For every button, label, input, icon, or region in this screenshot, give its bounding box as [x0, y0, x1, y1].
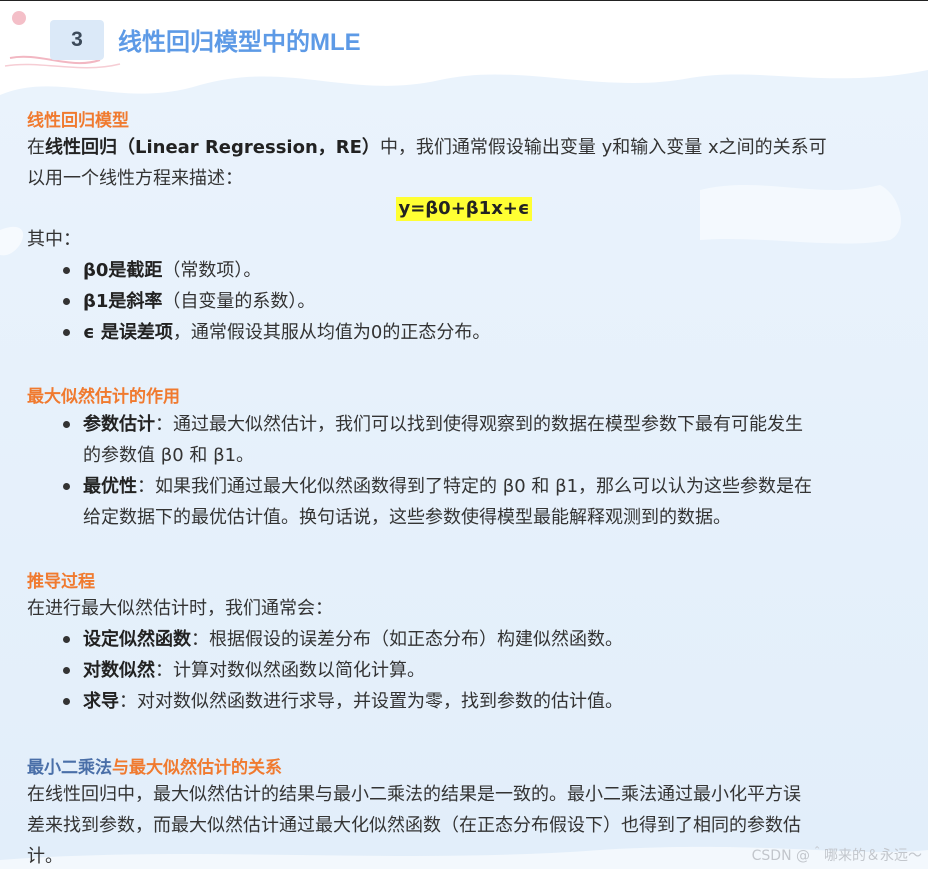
item-text: ：对对数似然函数进行求导，并设置为零，找到参数的估计值。 [119, 691, 623, 712]
item-text-cont: 的参数值 β0 和 β1。 [83, 445, 255, 466]
item-text-cont: 给定数据下的最优估计值。换句话说，这些参数使得模型最能解释观测到的数据。 [83, 507, 731, 528]
intro-rest: 中，我们通常假设输出变量 y和输入变量 x之间的关系可 [379, 137, 827, 158]
bullet-icon [63, 329, 70, 336]
title-part-ols: 最小二乘法 [27, 758, 112, 778]
section-header: 3 线性回归模型中的MLE [0, 0, 928, 80]
item-text: （常数项）。 [162, 260, 262, 281]
intro-line-1: 在线性回归（Linear Regression，RE）中，我们通常假设输出变量 … [27, 132, 907, 163]
item-bold: β1是斜率 [83, 291, 163, 312]
subsection-title-linear-regression: 线性回归模型 [27, 111, 129, 131]
item-text: ：如果我们通过最大化似然函数得到了特定的 β0 和 β1，那么可以认为这些参数是… [137, 476, 813, 497]
bullet-icon [63, 698, 70, 705]
intro-bold-term: 线性回归（Linear Regression，RE） [45, 137, 380, 158]
paragraph-line-2: 差来找到参数，而最大似然估计通过最大化似然函数（在正态分布假设下）也得到了相同的… [27, 815, 801, 836]
intro-pre: 在 [27, 137, 45, 158]
list-item: 最优性：如果我们通过最大化似然函数得到了特定的 β0 和 β1，那么可以认为这些… [0, 471, 903, 533]
item-bold: 对数似然 [83, 660, 155, 681]
list-item: β0是截距（常数项）。 [0, 255, 903, 286]
list-item: β1是斜率（自变量的系数）。 [0, 286, 903, 317]
list-item: 求导：对对数似然函数进行求导，并设置为零，找到参数的估计值。 [0, 686, 903, 717]
bullet-icon [63, 298, 70, 305]
subsection-title-ols-vs-mle: 最小二乘法与最大似然估计的关系 [27, 753, 282, 778]
intro-paragraph: 在线性回归（Linear Regression，RE）中，我们通常假设输出变量 … [27, 132, 907, 194]
item-bold: ϵ 是误差项 [83, 322, 173, 343]
item-text: （自变量的系数）。 [162, 291, 316, 312]
bullet-icon [63, 667, 70, 674]
bullet-icon [63, 421, 70, 428]
item-text: ：根据假设的误差分布（如正态分布）构建似然函数。 [191, 629, 623, 650]
coefficient-list: β0是截距（常数项）。 β1是斜率（自变量的系数）。 ϵ 是误差项，通常假设其服… [0, 255, 928, 348]
list-item: 参数估计：通过最大似然估计，我们可以找到使得观察到的数据在模型参数下最有可能发生… [0, 409, 903, 471]
derivation-intro: 在进行最大似然估计时，我们通常会： [27, 598, 333, 619]
item-bold: 最优性 [83, 476, 137, 497]
intro-line-2: 以用一个线性方程来描述： [27, 168, 243, 189]
formula-row: y=β0+β1x+ϵ [0, 197, 928, 221]
article-content: 3 线性回归模型中的MLE 线性回归模型 在线性回归（Linear Regres… [0, 0, 928, 869]
item-bold: 参数估计 [83, 414, 155, 435]
bullet-icon [63, 483, 70, 490]
item-text: ：通过最大似然估计，我们可以找到使得观察到的数据在模型参数下最有可能发生 [155, 414, 803, 435]
list-item: ϵ 是误差项，通常假设其服从均值为0的正态分布。 [0, 317, 903, 348]
list-item: 设定似然函数：根据假设的误差分布（如正态分布）构建似然函数。 [0, 624, 903, 655]
bullet-icon [63, 636, 70, 643]
paragraph-line-1: 在线性回归中，最大似然估计的结果与最小二乘法的结果是一致的。最小二乘法通过最小化… [27, 784, 801, 805]
csdn-watermark: CSDN @＾哪来的＆永远～ [751, 848, 922, 864]
item-bold: 求导 [83, 691, 119, 712]
subsection-title-derivation: 推导过程 [27, 572, 95, 592]
title-part-relation: 与最大似然估计的关系 [112, 758, 282, 778]
list-item: 对数似然：计算对数似然函数以简化计算。 [0, 655, 903, 686]
regression-formula: y=β0+β1x+ϵ [396, 197, 532, 221]
subsection-title-mle-role: 最大似然估计的作用 [27, 387, 180, 407]
decorative-dot [12, 11, 26, 25]
section-heading: 线性回归模型中的MLE [118, 29, 361, 56]
item-bold: β0是截距 [83, 260, 163, 281]
bullet-icon [63, 267, 70, 274]
where-label: 其中： [27, 229, 81, 250]
derivation-steps-list: 设定似然函数：根据假设的误差分布（如正态分布）构建似然函数。 对数似然：计算对数… [0, 624, 928, 717]
mle-role-list: 参数估计：通过最大似然估计，我们可以找到使得观察到的数据在模型参数下最有可能发生… [0, 409, 928, 533]
item-text: ，通常假设其服从均值为0的正态分布。 [172, 322, 491, 343]
item-bold: 设定似然函数 [83, 629, 191, 650]
item-text: ：计算对数似然函数以简化计算。 [155, 660, 425, 681]
section-number-badge: 3 [50, 20, 104, 60]
